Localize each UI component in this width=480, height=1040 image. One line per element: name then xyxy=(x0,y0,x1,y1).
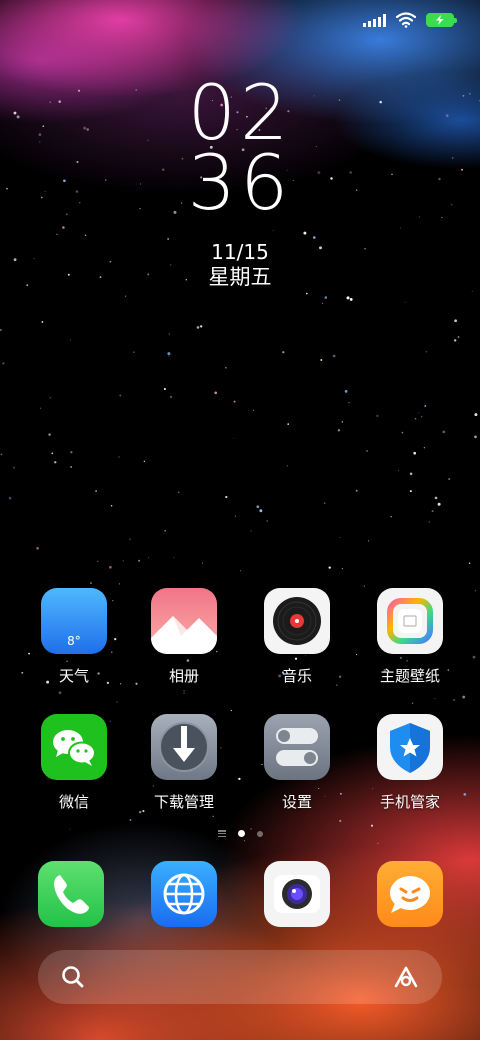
messages-icon xyxy=(377,861,443,927)
weather-temp-badge: 8° xyxy=(67,634,81,648)
downloads-icon xyxy=(151,714,217,780)
app-gallery[interactable]: 相册 xyxy=(129,588,239,686)
search-bar[interactable] xyxy=(38,950,442,1004)
clock-date: 11/15 xyxy=(211,240,269,264)
app-label: 音乐 xyxy=(281,667,312,685)
app-label: 微信 xyxy=(58,793,89,811)
dock-browser[interactable] xyxy=(129,861,239,927)
clock-minute: 36 xyxy=(187,138,293,227)
battery-charging-icon xyxy=(426,13,457,27)
app-themes[interactable]: 主题壁纸 xyxy=(355,588,465,686)
app-label: 下载管理 xyxy=(153,793,214,811)
lockscreen-clock: 02 36 11/15 星期五 xyxy=(0,75,480,290)
themes-icon xyxy=(377,588,443,654)
app-weather[interactable]: 8° 天气 xyxy=(19,588,129,686)
app-settings[interactable]: 设置 xyxy=(242,714,352,812)
app-downloads[interactable]: 下载管理 xyxy=(129,714,239,812)
gallery-icon xyxy=(151,588,217,654)
page-indicator xyxy=(0,830,480,837)
wifi-icon xyxy=(396,12,416,28)
wechat-icon xyxy=(41,714,107,780)
clock-weekday: 星期五 xyxy=(208,265,272,289)
app-wechat[interactable]: 微信 xyxy=(19,714,129,812)
app-security[interactable]: 手机管家 xyxy=(355,714,465,812)
browser-icon xyxy=(151,861,217,927)
page-dot[interactable] xyxy=(256,830,263,837)
status-bar xyxy=(363,10,457,30)
phone-icon xyxy=(38,861,104,927)
dock-phone[interactable] xyxy=(16,861,126,927)
security-icon xyxy=(377,714,443,780)
signal-icon xyxy=(363,13,386,27)
weather-icon: 8° xyxy=(41,588,107,654)
dock-camera[interactable] xyxy=(242,861,352,927)
page-menu-icon[interactable] xyxy=(217,830,226,837)
settings-icon xyxy=(264,714,330,780)
music-icon xyxy=(264,588,330,654)
app-label: 相册 xyxy=(168,667,199,685)
search-icon[interactable] xyxy=(60,964,86,990)
assistant-icon[interactable] xyxy=(392,964,420,990)
app-label: 主题壁纸 xyxy=(379,667,440,685)
camera-icon xyxy=(264,861,330,927)
app-label: 设置 xyxy=(281,793,312,811)
app-label: 手机管家 xyxy=(379,793,440,811)
dock-messages[interactable] xyxy=(355,861,465,927)
app-music[interactable]: 音乐 xyxy=(242,588,352,686)
page-dot-active[interactable] xyxy=(237,830,245,837)
app-label: 天气 xyxy=(58,667,89,685)
